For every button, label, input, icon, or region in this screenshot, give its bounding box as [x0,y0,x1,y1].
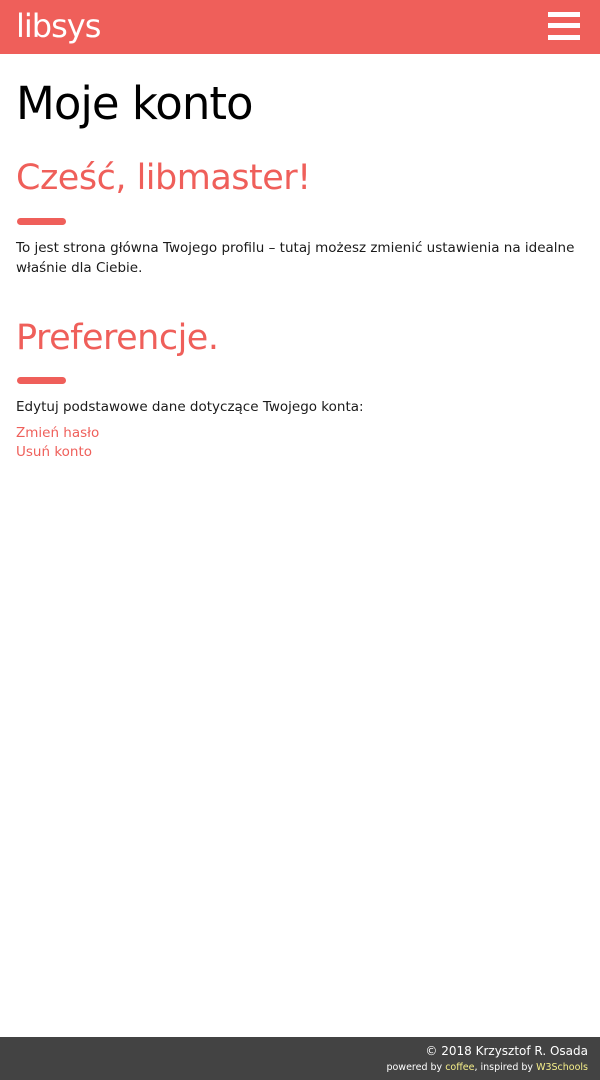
w3schools-link[interactable]: W3Schools [536,1062,588,1073]
coffee-link[interactable]: coffee [445,1062,474,1073]
hamburger-menu-icon[interactable] [548,11,580,41]
powered-by-text: powered by [386,1062,446,1073]
footer: © 2018 Krzysztof R. Osada powered by cof… [0,1037,600,1080]
greeting-underline [17,218,66,225]
top-navbar: libsys [0,0,600,54]
preferences-underline [17,377,66,384]
delete-account-link[interactable]: Usuń konto [16,443,92,462]
change-password-link[interactable]: Zmień hasło [16,424,99,443]
page-title: Moje konto [16,77,254,130]
menu-bar-middle [548,23,580,28]
footer-credits: powered by coffee, inspired by W3Schools [386,1061,588,1075]
inspired-by-text: , inspired by [474,1062,537,1073]
greeting-heading: Cześć, libmaster! [16,158,311,198]
preferences-heading: Preferencje. [16,318,219,358]
menu-bar-bottom [548,35,580,40]
menu-bar-top [548,12,580,17]
logo-link[interactable]: libsys [16,6,101,46]
preferences-description: Edytuj podstawowe dane dotyczące Twojego… [16,399,364,415]
profile-intro-text: To jest strona główna Twojego profilu – … [16,240,575,276]
footer-copyright: © 2018 Krzysztof R. Osada [425,1044,588,1058]
